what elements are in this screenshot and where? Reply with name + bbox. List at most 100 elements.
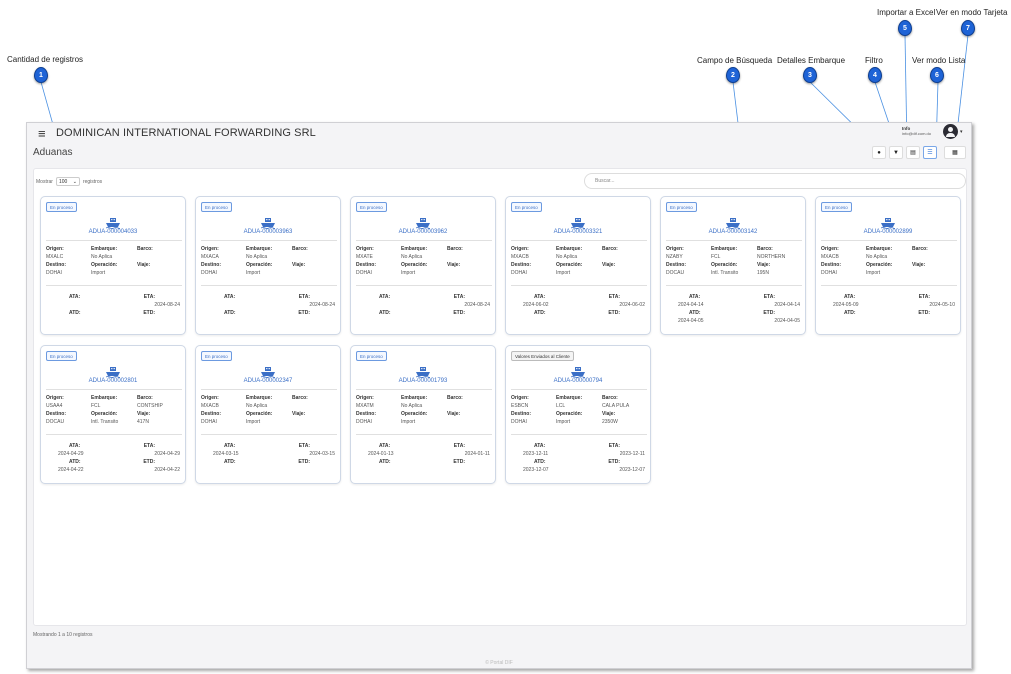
export-excel-button[interactable]: ▤ bbox=[906, 146, 920, 159]
user-circle-icon[interactable] bbox=[943, 124, 958, 139]
shipment-card[interactable]: Valores Enviados al Cliente ADUA-00000079… bbox=[505, 345, 651, 484]
operacion-value: Import bbox=[246, 419, 261, 425]
destino-label: Destino: bbox=[511, 262, 531, 268]
annotation-badge-6: 6 bbox=[930, 67, 944, 83]
shipment-code[interactable]: ADUA-000004033 bbox=[41, 229, 185, 235]
divider bbox=[511, 285, 647, 286]
shipment-card[interactable]: En proceso ADUA-000001793 Origen: Embarque:… bbox=[350, 345, 496, 484]
user-info: Info info@dif.com.do bbox=[902, 126, 931, 136]
shipment-code[interactable]: ADUA-000003321 bbox=[506, 229, 650, 235]
card-view-button[interactable]: ▦ bbox=[944, 146, 966, 159]
destino-value: DOCAU bbox=[46, 419, 65, 425]
destino-label: Destino: bbox=[201, 262, 221, 268]
barco-label: Barco: bbox=[757, 246, 773, 252]
shipment-card[interactable]: En proceso ADUA-000004033 Origen: Embarque:… bbox=[40, 196, 186, 335]
annotation-badge-2: 2 bbox=[726, 67, 740, 83]
page-title: Aduanas bbox=[33, 147, 73, 158]
ship-icon bbox=[105, 365, 121, 378]
embarque-label: Embarque: bbox=[91, 246, 118, 252]
embarque-label: Embarque: bbox=[91, 395, 118, 401]
ata-label: ATA: bbox=[69, 443, 81, 449]
destino-value: DOHAI bbox=[201, 270, 217, 276]
shipment-card[interactable]: En proceso ADUA-000002801 Origen: Embarque:… bbox=[40, 345, 186, 484]
destino-value: DOHAI bbox=[511, 419, 527, 425]
destino-label: Destino: bbox=[511, 411, 531, 417]
barco-value: CALA PULA bbox=[602, 403, 630, 409]
eta-label: ETA: bbox=[453, 294, 465, 300]
menu-icon[interactable]: ≡ bbox=[38, 127, 46, 140]
chevron-down-icon[interactable]: ▾ bbox=[960, 129, 963, 135]
filter-button[interactable]: ▼ bbox=[889, 146, 903, 159]
embarque-value: No Aplica bbox=[556, 254, 578, 260]
ship-icon bbox=[415, 365, 431, 378]
viaje-label: Viaje: bbox=[292, 262, 306, 268]
operacion-label: Operación: bbox=[401, 411, 428, 417]
embarque-value: No Aplica bbox=[401, 403, 423, 409]
shipment-code[interactable]: ADUA-000003142 bbox=[661, 229, 805, 235]
shipment-code[interactable]: ADUA-000002347 bbox=[196, 378, 340, 384]
barco-label: Barco: bbox=[447, 246, 463, 252]
ata-value: 2024-03-15 bbox=[213, 451, 239, 457]
shipment-card[interactable]: En proceso ADUA-000003963 Origen: Embarque:… bbox=[195, 196, 341, 335]
eta-value: 2024-08-24 bbox=[464, 302, 490, 308]
etd-label: ETD: bbox=[608, 459, 620, 465]
embarque-value: LCL bbox=[556, 403, 566, 409]
etd-value: 2023-12-07 bbox=[619, 467, 645, 473]
shipment-card[interactable]: En proceso ADUA-000002347 Origen: Embarque:… bbox=[195, 345, 341, 484]
screenshot-stage: Cantidad de registros 1 Campo de Búsqued… bbox=[0, 0, 1011, 674]
ata-value: 2024-04-29 bbox=[58, 451, 84, 457]
user-email: info@dif.com.do bbox=[902, 131, 931, 136]
embarque-value: No Aplica bbox=[246, 403, 268, 409]
shipment-card[interactable]: En proceso ADUA-000003142 Origen: Embarque:… bbox=[660, 196, 806, 335]
origen-label: Origen: bbox=[46, 395, 64, 401]
origen-label: Origen: bbox=[356, 395, 374, 401]
destino-value: DOHAI bbox=[356, 270, 372, 276]
ata-value: 2024-06-02 bbox=[523, 302, 549, 308]
shipment-code[interactable]: ADUA-000003962 bbox=[351, 229, 495, 235]
records-info: Mostrando 1 a 10 registros bbox=[33, 632, 93, 638]
etd-label: ETD: bbox=[298, 310, 310, 316]
details-button[interactable]: ● bbox=[872, 146, 886, 159]
etd-label: ETD: bbox=[608, 310, 620, 316]
ship-icon bbox=[260, 216, 276, 229]
shipment-card[interactable]: En proceso ADUA-000003962 Origen: Embarque:… bbox=[350, 196, 496, 335]
divider bbox=[46, 240, 182, 241]
eta-label: ETA: bbox=[298, 443, 310, 449]
eta-label: ETA: bbox=[918, 294, 930, 300]
atd-label: ATD: bbox=[224, 459, 236, 465]
embarque-value: No Aplica bbox=[91, 254, 113, 260]
origen-value: MXACA bbox=[201, 254, 219, 260]
status-badge: En proceso bbox=[511, 202, 542, 212]
etd-value: 2024-04-05 bbox=[774, 318, 800, 324]
shipment-card[interactable]: En proceso ADUA-000002899 Origen: Embarque:… bbox=[815, 196, 961, 335]
shipment-code[interactable]: ADUA-000003963 bbox=[196, 229, 340, 235]
shipment-code[interactable]: ADUA-000002801 bbox=[41, 378, 185, 384]
viaje-value: 2350W bbox=[602, 419, 618, 425]
operacion-value: Import bbox=[866, 270, 881, 276]
eta-value: 2024-04-14 bbox=[774, 302, 800, 308]
origen-label: Origen: bbox=[201, 246, 219, 252]
embarque-value: No Aplica bbox=[401, 254, 423, 260]
status-badge: Valores Enviados al Cliente bbox=[511, 351, 574, 361]
eta-value: 2024-04-29 bbox=[154, 451, 180, 457]
list-view-button[interactable]: ☰ bbox=[923, 146, 937, 159]
shipment-code[interactable]: ADUA-000000794 bbox=[506, 378, 650, 384]
operacion-value: Import bbox=[401, 270, 416, 276]
ata-label: ATA: bbox=[224, 443, 236, 449]
ship-icon bbox=[880, 216, 896, 229]
records-per-page-select[interactable]: 100 ⌄ bbox=[55, 177, 80, 186]
divider bbox=[666, 285, 802, 286]
search-input[interactable]: Buscar... bbox=[584, 173, 966, 189]
eta-value: 2024-03-15 bbox=[309, 451, 335, 457]
status-badge: En proceso bbox=[201, 351, 232, 361]
eta-value: 2023-12-11 bbox=[619, 451, 645, 457]
shipment-card[interactable]: En proceso ADUA-000003321 Origen: Embarque:… bbox=[505, 196, 651, 335]
shipment-code[interactable]: ADUA-000001793 bbox=[351, 378, 495, 384]
status-badge: En proceso bbox=[46, 202, 77, 212]
operacion-label: Operación: bbox=[401, 262, 428, 268]
barco-label: Barco: bbox=[602, 395, 618, 401]
shipment-code[interactable]: ADUA-000002899 bbox=[816, 229, 960, 235]
divider bbox=[511, 434, 647, 435]
ata-label: ATA: bbox=[844, 294, 856, 300]
embarque-label: Embarque: bbox=[401, 395, 428, 401]
